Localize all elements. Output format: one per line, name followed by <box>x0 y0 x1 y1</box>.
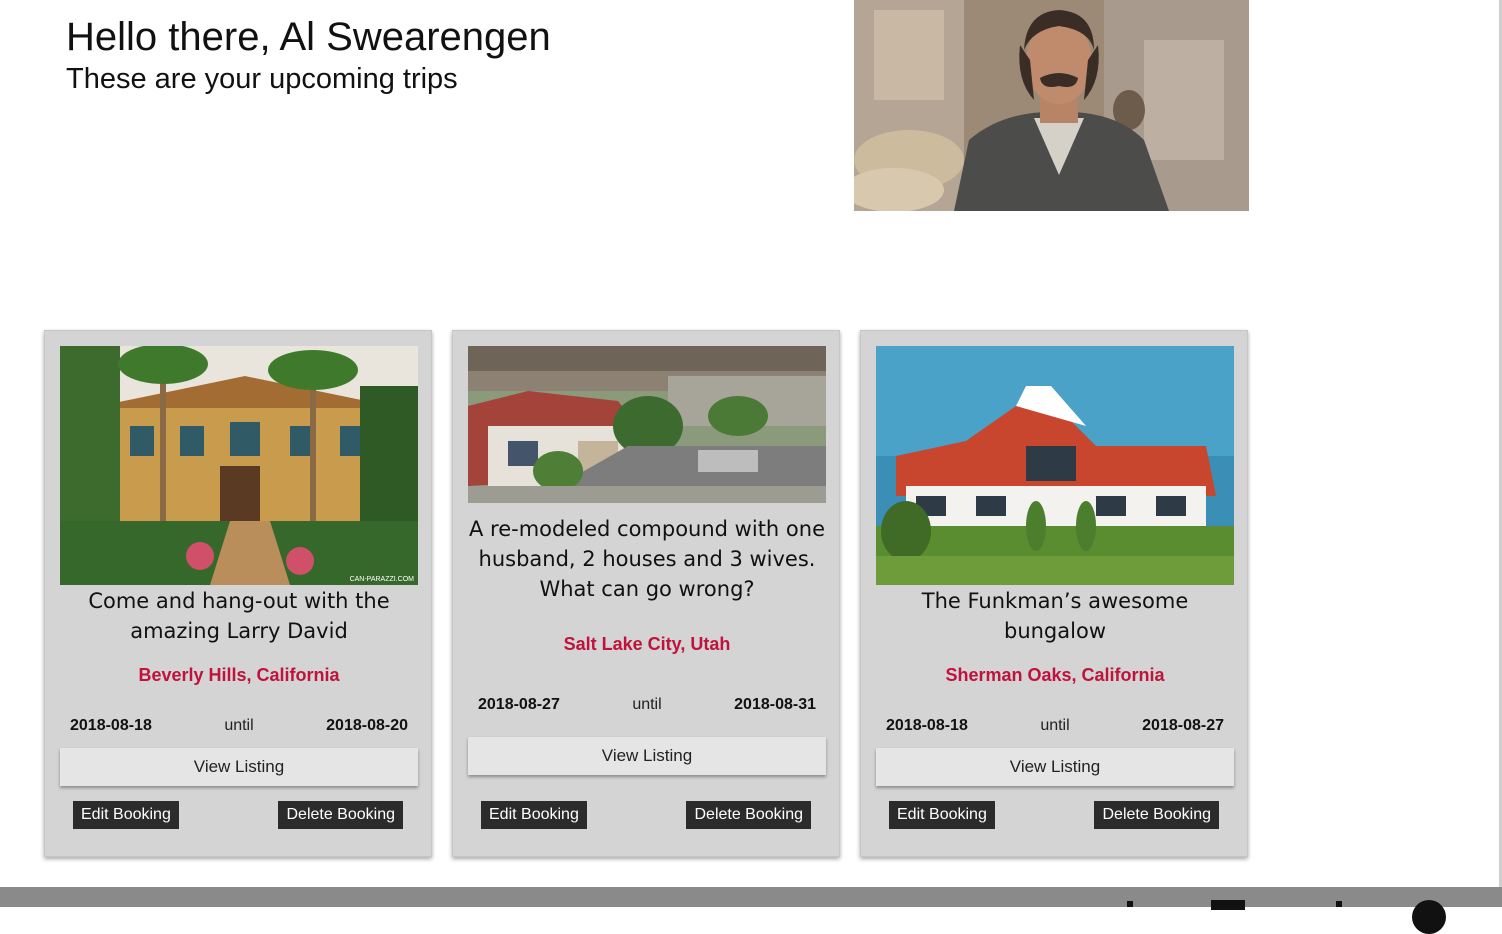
view-listing-button[interactable]: View Listing <box>876 748 1234 786</box>
listing-photo-image <box>876 346 1234 585</box>
trip-location: Salt Lake City, Utah <box>563 634 731 654</box>
page-title: Hello there, Al Swearengen <box>66 15 551 59</box>
greeting: Hello there, Al Swearengen These are you… <box>66 14 551 96</box>
profile-image <box>854 0 1249 211</box>
footer-square-icon[interactable] <box>1211 900 1245 910</box>
edit-booking-button[interactable]: Edit Booking <box>481 801 587 829</box>
trip-end-date: 2018-08-20 <box>326 717 408 734</box>
photo-watermark: CAN-PARAZZI.COM <box>349 576 414 583</box>
delete-booking-button[interactable]: Delete Booking <box>686 801 811 829</box>
delete-booking-button[interactable]: Delete Booking <box>278 801 403 829</box>
delete-booking-button[interactable]: Delete Booking <box>1094 801 1219 829</box>
footer-bar <box>0 887 1502 934</box>
trip-dates: 2018-08-27 until 2018-08-31 <box>478 696 816 718</box>
trip-end-date: 2018-08-31 <box>734 696 816 713</box>
footer-icon[interactable] <box>1127 901 1133 907</box>
edit-booking-button[interactable]: Edit Booking <box>889 801 995 829</box>
trip-title: The Funkman’s awesome bungalow <box>921 589 1189 643</box>
listing-photo-image <box>60 346 418 585</box>
listing-photo <box>876 346 1234 585</box>
listing-photo: CAN-PARAZZI.COM <box>60 346 418 585</box>
trip-title: Come and hang-out with the amazing Larry… <box>88 589 390 643</box>
listing-photo <box>468 346 826 503</box>
trip-end-date: 2018-08-27 <box>1142 717 1224 734</box>
trip-card: CAN-PARAZZI.COM Come and hang-out with t… <box>44 330 432 857</box>
view-listing-button[interactable]: View Listing <box>468 737 826 775</box>
view-listing-button[interactable]: View Listing <box>60 748 418 786</box>
trip-location: Beverly Hills, California <box>138 665 340 685</box>
footer-icon[interactable] <box>1336 901 1342 907</box>
trip-card: The Funkman’s awesome bungalow Sherman O… <box>860 330 1248 857</box>
user-profile-photo <box>854 0 1249 211</box>
trip-location: Sherman Oaks, California <box>945 665 1165 685</box>
edit-booking-button[interactable]: Edit Booking <box>73 801 179 829</box>
page-subtitle: These are your upcoming trips <box>66 63 458 95</box>
trip-dates: 2018-08-18 until 2018-08-20 <box>70 717 408 739</box>
trip-card: A re-modeled compound with one husband, … <box>452 330 840 857</box>
trip-dates: 2018-08-18 until 2018-08-27 <box>886 717 1224 739</box>
footer-circle-icon[interactable] <box>1412 900 1446 934</box>
listing-photo-image <box>468 346 826 503</box>
trip-title: A re-modeled compound with one husband, … <box>469 517 825 601</box>
